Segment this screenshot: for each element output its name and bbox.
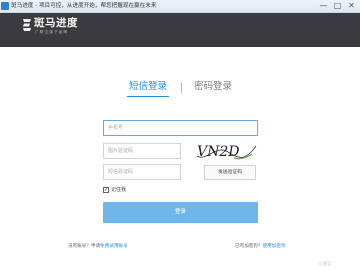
captcha-image[interactable]: VN2D	[194, 140, 258, 162]
send-code-button[interactable]: 发送验证码	[204, 165, 256, 180]
no-account-prompt: 没有账号？申请免费试用账号	[68, 243, 128, 250]
image-code-input[interactable]	[103, 143, 181, 159]
tab-divider	[181, 82, 182, 93]
logo-tagline: 广 联 达 旗 下 品 牌	[35, 30, 68, 34]
active-tab-indicator	[127, 96, 169, 97]
use-dongle-link[interactable]: 使用加密狗	[263, 244, 286, 249]
no-account-text: 没有账号？申请	[68, 244, 101, 249]
sms-code-input[interactable]	[103, 164, 181, 180]
maximize-button[interactable]: □	[330, 1, 345, 11]
app-icon	[1, 2, 9, 10]
free-trial-link[interactable]: 免费试用账号	[100, 244, 128, 249]
window-title: 斑马进度 - 项目可控，从进度开始，帮您把握现在赢在未来	[11, 3, 157, 9]
minimize-button[interactable]: —	[316, 1, 331, 11]
zebra-logo-icon	[23, 19, 31, 31]
logo-text: 斑马进度	[34, 17, 78, 29]
remember-me-checkbox[interactable]: ✓	[103, 187, 109, 193]
dongle-prompt: 已有加密狗？使用加密狗	[235, 243, 286, 250]
remember-me-label: 记住我	[111, 187, 127, 193]
watermark: 亿速云	[318, 262, 332, 267]
tab-sms-login[interactable]: 短信登录	[129, 81, 167, 93]
tab-password-login[interactable]: 密码登录	[194, 81, 232, 93]
close-button[interactable]: ✕	[344, 1, 359, 11]
phone-input[interactable]	[103, 120, 258, 136]
login-button[interactable]: 登录	[103, 202, 258, 223]
captcha-text: VN2D	[197, 144, 240, 160]
has-dongle-text: 已有加密狗？	[235, 244, 263, 249]
window-titlebar: 斑马进度 - 项目可控，从进度开始，帮您把握现在赢在未来 — □ ✕	[0, 0, 360, 13]
